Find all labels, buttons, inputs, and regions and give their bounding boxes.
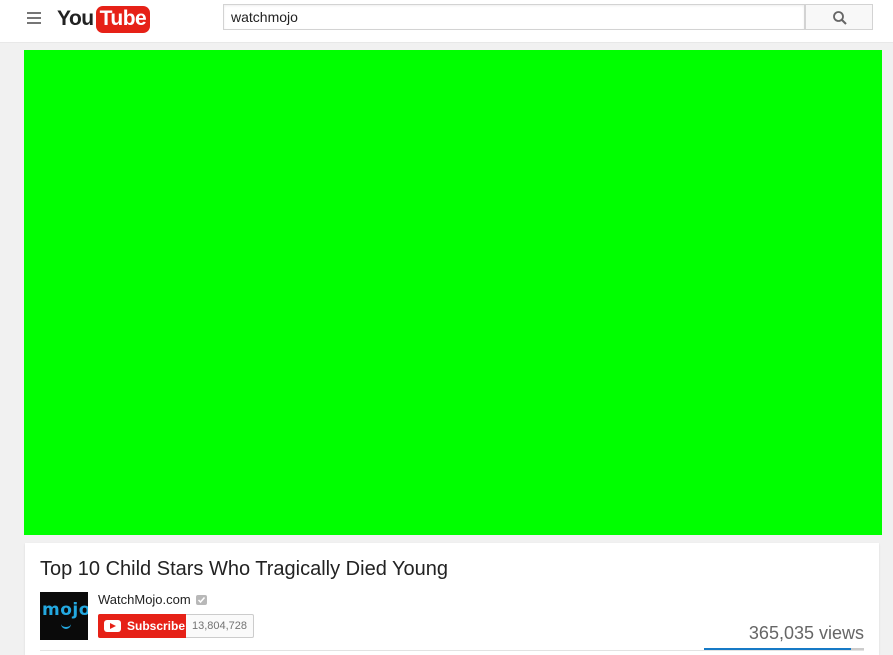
logo-you-text: You [57,7,94,30]
channel-name-link[interactable]: WatchMojo.com [98,592,191,607]
info-divider [40,650,864,651]
avatar-smile-icon [61,622,71,629]
channel-avatar[interactable]: mojo [40,592,88,640]
logo-tube-text: Tube [95,5,151,33]
avatar-logo-text: mojo [42,600,88,620]
video-title: Top 10 Child Stars Who Tragically Died Y… [40,558,449,580]
subscribe-button[interactable]: Subscribe [98,614,186,638]
video-player[interactable] [24,50,882,535]
search-input[interactable] [224,5,804,29]
search-button[interactable] [805,4,873,30]
verified-icon [196,595,207,605]
view-count: 365,035 views [748,623,864,643]
subscribe-label: Subscribe [127,619,186,633]
search-icon [833,11,847,25]
youtube-play-icon [104,620,121,632]
search-box [223,4,805,30]
watch-info-panel: Top 10 Child Stars Who Tragically Died Y… [25,543,879,655]
subscriber-count: 13,804,728 [186,614,254,638]
youtube-logo[interactable]: You Tube [57,3,151,35]
hamburger-menu-icon[interactable] [27,12,41,24]
masthead: You Tube [0,0,893,43]
